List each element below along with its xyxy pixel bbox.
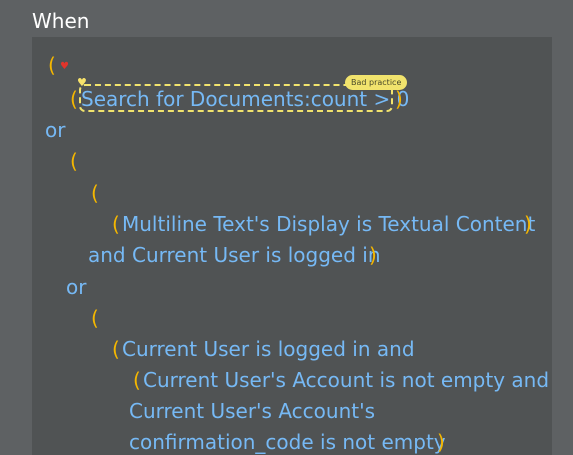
or-operator[interactable]: or	[66, 274, 86, 300]
expression-account-field[interactable]: Current User's Account's	[129, 398, 375, 424]
paren-open: (	[70, 149, 78, 173]
expression-user-logged-in-and[interactable]: Current User is logged in and	[122, 336, 415, 362]
expression-confirmation-code[interactable]: confirmation_code is not empty	[129, 429, 446, 455]
paren-open: (	[112, 337, 120, 361]
paren-open: (	[91, 306, 99, 330]
expression-account-not-empty[interactable]: Current User's Account is not empty and	[143, 367, 549, 393]
expression-multiline-text[interactable]: Multiline Text's Display is Textual Cont…	[122, 211, 535, 237]
or-operator[interactable]: or	[45, 117, 65, 143]
condition-panel: When ( ♥ ( ♥ Search for Documents:count …	[0, 0, 573, 455]
paren-close: )	[437, 430, 445, 454]
paren-open: (	[91, 181, 99, 205]
when-label: When	[32, 9, 90, 33]
paren-open: (	[48, 53, 56, 77]
paren-open: (	[133, 368, 141, 392]
heart-icon: ♥	[60, 61, 69, 72]
paren-close: )	[524, 212, 532, 236]
paren-close: )	[369, 243, 377, 267]
expression-user-logged-in[interactable]: and Current User is logged in	[88, 242, 381, 268]
bad-practice-badge[interactable]: Bad practice	[345, 75, 408, 90]
paren-open: (	[112, 212, 120, 236]
paren-open: (	[70, 87, 78, 111]
